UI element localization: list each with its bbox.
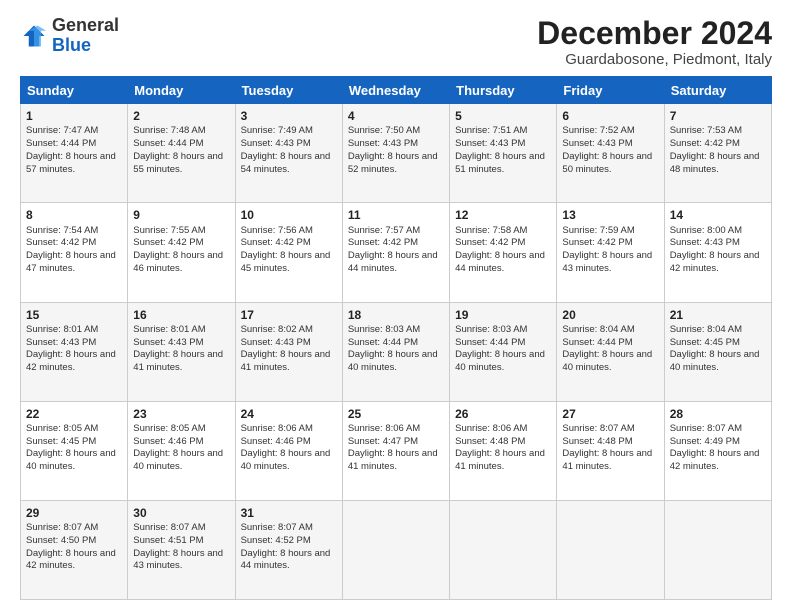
day-cell-18: 18 Sunrise: 8:03 AMSunset: 4:44 PMDaylig… <box>342 302 449 401</box>
day-cell-12: 12 Sunrise: 7:58 AMSunset: 4:42 PMDaylig… <box>450 203 557 302</box>
week-row-1: 1 Sunrise: 7:47 AMSunset: 4:44 PMDayligh… <box>21 104 772 203</box>
header-sunday: Sunday <box>21 77 128 104</box>
logo-icon <box>20 22 48 50</box>
day-cell-8: 8 Sunrise: 7:54 AMSunset: 4:42 PMDayligh… <box>21 203 128 302</box>
logo-general: General <box>52 15 119 35</box>
day-cell-17: 17 Sunrise: 8:02 AMSunset: 4:43 PMDaylig… <box>235 302 342 401</box>
header-monday: Monday <box>128 77 235 104</box>
day-cell-16: 16 Sunrise: 8:01 AMSunset: 4:43 PMDaylig… <box>128 302 235 401</box>
logo-blue: Blue <box>52 35 91 55</box>
day-cell-3: 3 Sunrise: 7:49 AMSunset: 4:43 PMDayligh… <box>235 104 342 203</box>
day-cell-2: 2 Sunrise: 7:48 AMSunset: 4:44 PMDayligh… <box>128 104 235 203</box>
week-row-3: 15 Sunrise: 8:01 AMSunset: 4:43 PMDaylig… <box>21 302 772 401</box>
week-row-5: 29 Sunrise: 8:07 AMSunset: 4:50 PMDaylig… <box>21 500 772 599</box>
day-cell-24: 24 Sunrise: 8:06 AMSunset: 4:46 PMDaylig… <box>235 401 342 500</box>
day-cell-6: 6 Sunrise: 7:52 AMSunset: 4:43 PMDayligh… <box>557 104 664 203</box>
day-cell-29: 29 Sunrise: 8:07 AMSunset: 4:50 PMDaylig… <box>21 500 128 599</box>
day-cell-22: 22 Sunrise: 8:05 AMSunset: 4:45 PMDaylig… <box>21 401 128 500</box>
day-cell-11: 11 Sunrise: 7:57 AMSunset: 4:42 PMDaylig… <box>342 203 449 302</box>
day-cell-1: 1 Sunrise: 7:47 AMSunset: 4:44 PMDayligh… <box>21 104 128 203</box>
calendar-subtitle: Guardabosone, Piedmont, Italy <box>537 51 772 68</box>
empty-cell-2 <box>450 500 557 599</box>
empty-cell-3 <box>557 500 664 599</box>
weekday-header-row: Sunday Monday Tuesday Wednesday Thursday… <box>21 77 772 104</box>
day-cell-9: 9 Sunrise: 7:55 AMSunset: 4:42 PMDayligh… <box>128 203 235 302</box>
day-cell-23: 23 Sunrise: 8:05 AMSunset: 4:46 PMDaylig… <box>128 401 235 500</box>
title-block: December 2024 Guardabosone, Piedmont, It… <box>537 16 772 68</box>
day-cell-26: 26 Sunrise: 8:06 AMSunset: 4:48 PMDaylig… <box>450 401 557 500</box>
day-cell-13: 13 Sunrise: 7:59 AMSunset: 4:42 PMDaylig… <box>557 203 664 302</box>
header-thursday: Thursday <box>450 77 557 104</box>
day-cell-28: 28 Sunrise: 8:07 AMSunset: 4:49 PMDaylig… <box>664 401 771 500</box>
day-cell-30: 30 Sunrise: 8:07 AMSunset: 4:51 PMDaylig… <box>128 500 235 599</box>
header-friday: Friday <box>557 77 664 104</box>
header: General Blue December 2024 Guardabosone,… <box>20 16 772 68</box>
day-cell-27: 27 Sunrise: 8:07 AMSunset: 4:48 PMDaylig… <box>557 401 664 500</box>
day-cell-20: 20 Sunrise: 8:04 AMSunset: 4:44 PMDaylig… <box>557 302 664 401</box>
day-cell-4: 4 Sunrise: 7:50 AMSunset: 4:43 PMDayligh… <box>342 104 449 203</box>
header-saturday: Saturday <box>664 77 771 104</box>
logo: General Blue <box>20 16 119 56</box>
day-cell-7: 7 Sunrise: 7:53 AMSunset: 4:42 PMDayligh… <box>664 104 771 203</box>
day-cell-19: 19 Sunrise: 8:03 AMSunset: 4:44 PMDaylig… <box>450 302 557 401</box>
empty-cell-1 <box>342 500 449 599</box>
empty-cell-4 <box>664 500 771 599</box>
day-cell-5: 5 Sunrise: 7:51 AMSunset: 4:43 PMDayligh… <box>450 104 557 203</box>
calendar-table: Sunday Monday Tuesday Wednesday Thursday… <box>20 76 772 600</box>
day-cell-15: 15 Sunrise: 8:01 AMSunset: 4:43 PMDaylig… <box>21 302 128 401</box>
day-cell-10: 10 Sunrise: 7:56 AMSunset: 4:42 PMDaylig… <box>235 203 342 302</box>
calendar-title: December 2024 <box>537 16 772 51</box>
page: General Blue December 2024 Guardabosone,… <box>0 0 792 612</box>
header-wednesday: Wednesday <box>342 77 449 104</box>
week-row-4: 22 Sunrise: 8:05 AMSunset: 4:45 PMDaylig… <box>21 401 772 500</box>
day-cell-25: 25 Sunrise: 8:06 AMSunset: 4:47 PMDaylig… <box>342 401 449 500</box>
day-cell-14: 14 Sunrise: 8:00 AMSunset: 4:43 PMDaylig… <box>664 203 771 302</box>
logo-text: General Blue <box>52 16 119 56</box>
day-cell-21: 21 Sunrise: 8:04 AMSunset: 4:45 PMDaylig… <box>664 302 771 401</box>
week-row-2: 8 Sunrise: 7:54 AMSunset: 4:42 PMDayligh… <box>21 203 772 302</box>
day-cell-31: 31 Sunrise: 8:07 AMSunset: 4:52 PMDaylig… <box>235 500 342 599</box>
header-tuesday: Tuesday <box>235 77 342 104</box>
